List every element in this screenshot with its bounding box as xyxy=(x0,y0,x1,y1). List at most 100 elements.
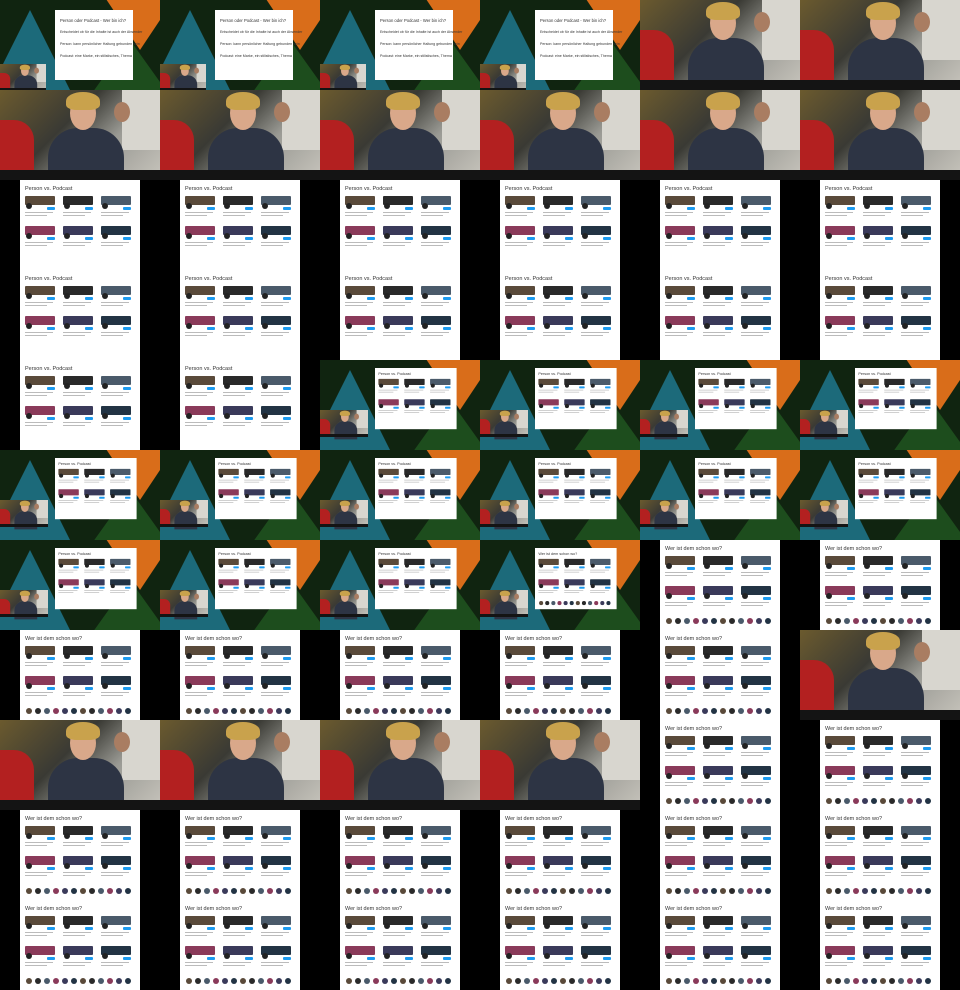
wall xyxy=(602,720,640,780)
profile-bio-line xyxy=(703,965,725,967)
profile-avatar xyxy=(26,863,32,869)
profile-bio-line xyxy=(261,845,283,847)
profile-bio-line xyxy=(825,782,853,784)
contact-avatar xyxy=(373,888,379,894)
contact-avatar xyxy=(80,978,86,984)
profile-avatar xyxy=(262,833,268,839)
profile-avatar xyxy=(544,683,550,689)
desk xyxy=(160,614,208,617)
profile-avatar xyxy=(84,563,89,568)
profile-bio-line xyxy=(223,932,251,934)
frame-thumbnail: Person vs. Podcast xyxy=(320,540,480,630)
profile-bio-line xyxy=(665,602,693,604)
follow-button xyxy=(73,566,79,569)
profile-bio-line xyxy=(421,215,443,217)
profile-avatar xyxy=(186,833,192,839)
wall xyxy=(122,90,160,150)
follow-button xyxy=(885,567,893,570)
profile-bio-line xyxy=(421,245,443,247)
profile-bio-line xyxy=(564,391,580,393)
profile-avatar xyxy=(379,494,384,499)
profile-bio-line xyxy=(383,842,411,844)
follow-button xyxy=(605,566,611,569)
follow-button xyxy=(553,566,559,569)
profile-bio-line xyxy=(63,932,91,934)
follow-button xyxy=(259,476,265,479)
profile-bio-line xyxy=(185,422,213,424)
profile-avatar xyxy=(102,233,108,239)
profile-bio-line xyxy=(261,335,283,337)
profile-avatar xyxy=(186,953,192,959)
follow-button xyxy=(579,586,585,589)
contact-avatar xyxy=(213,888,219,894)
contact-avatar xyxy=(222,978,228,984)
contact-avatar xyxy=(925,888,931,894)
profile-bio-line xyxy=(665,332,693,334)
follow-button xyxy=(725,867,733,870)
frame-thumbnail: Wer ist dem schon wo? xyxy=(0,900,160,990)
slide-page: Wer ist dem schon wo? xyxy=(500,630,620,720)
slide-page: Person vs. Podcast xyxy=(820,270,940,360)
contact-avatar xyxy=(373,708,379,714)
profile-avatar xyxy=(582,923,588,929)
follow-button xyxy=(527,657,535,660)
profile-avatar xyxy=(422,953,428,959)
follow-button xyxy=(443,237,451,240)
profile-bio-line xyxy=(884,412,900,414)
profile-bio-line xyxy=(505,212,533,214)
contact-avatar xyxy=(889,798,895,804)
profile-avatar xyxy=(539,383,544,388)
wall xyxy=(196,590,208,608)
profile-bio-line xyxy=(543,215,565,217)
follow-button xyxy=(405,957,413,960)
profile-avatar xyxy=(186,233,192,239)
profile-avatar xyxy=(110,473,115,478)
profile-bio-line xyxy=(110,571,126,573)
profile-bio-line xyxy=(564,571,580,573)
frame-thumbnail xyxy=(800,0,960,90)
audience-member xyxy=(34,67,39,74)
follow-button xyxy=(207,837,215,840)
contact-avatar xyxy=(204,978,210,984)
follow-button xyxy=(763,837,771,840)
profile-bio-line xyxy=(25,392,53,394)
contact-avatar xyxy=(267,978,273,984)
profile-bio-line xyxy=(345,245,367,247)
wall xyxy=(442,720,480,780)
profile-avatar xyxy=(742,563,748,569)
profile-bio-line xyxy=(665,842,693,844)
profile-bio-line xyxy=(581,215,603,217)
slide-title: Person vs. Podcast xyxy=(58,462,91,467)
profile-avatar xyxy=(582,293,588,299)
profile-bio-line xyxy=(825,575,847,577)
slide-page: Person vs. Podcast xyxy=(375,548,457,610)
follow-button xyxy=(419,586,425,589)
profile-bio-line xyxy=(261,392,289,394)
profile-bio-line xyxy=(703,935,725,937)
follow-button xyxy=(527,327,535,330)
follow-button xyxy=(233,496,239,499)
profile-avatar xyxy=(902,833,908,839)
follow-button xyxy=(123,417,131,420)
slide-page: Wer ist dem schon wo? xyxy=(660,900,780,990)
speaker-photo xyxy=(320,64,366,90)
profile-bio-line xyxy=(910,502,926,504)
follow-button xyxy=(885,837,893,840)
follow-button xyxy=(605,406,611,409)
profile-bio-line xyxy=(421,335,443,337)
frame-thumbnail xyxy=(320,90,480,180)
contact-avatar xyxy=(907,888,913,894)
profile-bio-line xyxy=(724,412,740,414)
profile-bio-line xyxy=(404,410,424,412)
profile-avatar xyxy=(404,473,409,478)
follow-button xyxy=(207,867,215,870)
follow-button xyxy=(885,747,893,750)
slide-page: Wer ist dem schon wo? xyxy=(20,630,140,720)
slide-line-3: Podcast: eine Marke, ein stilistisches, … xyxy=(60,54,132,58)
contact-avatar xyxy=(898,888,904,894)
contact-avatar xyxy=(575,601,580,606)
profile-avatar xyxy=(902,743,908,749)
profile-bio-line xyxy=(863,245,885,247)
contact-avatar xyxy=(889,888,895,894)
profile-bio-line xyxy=(378,410,398,412)
